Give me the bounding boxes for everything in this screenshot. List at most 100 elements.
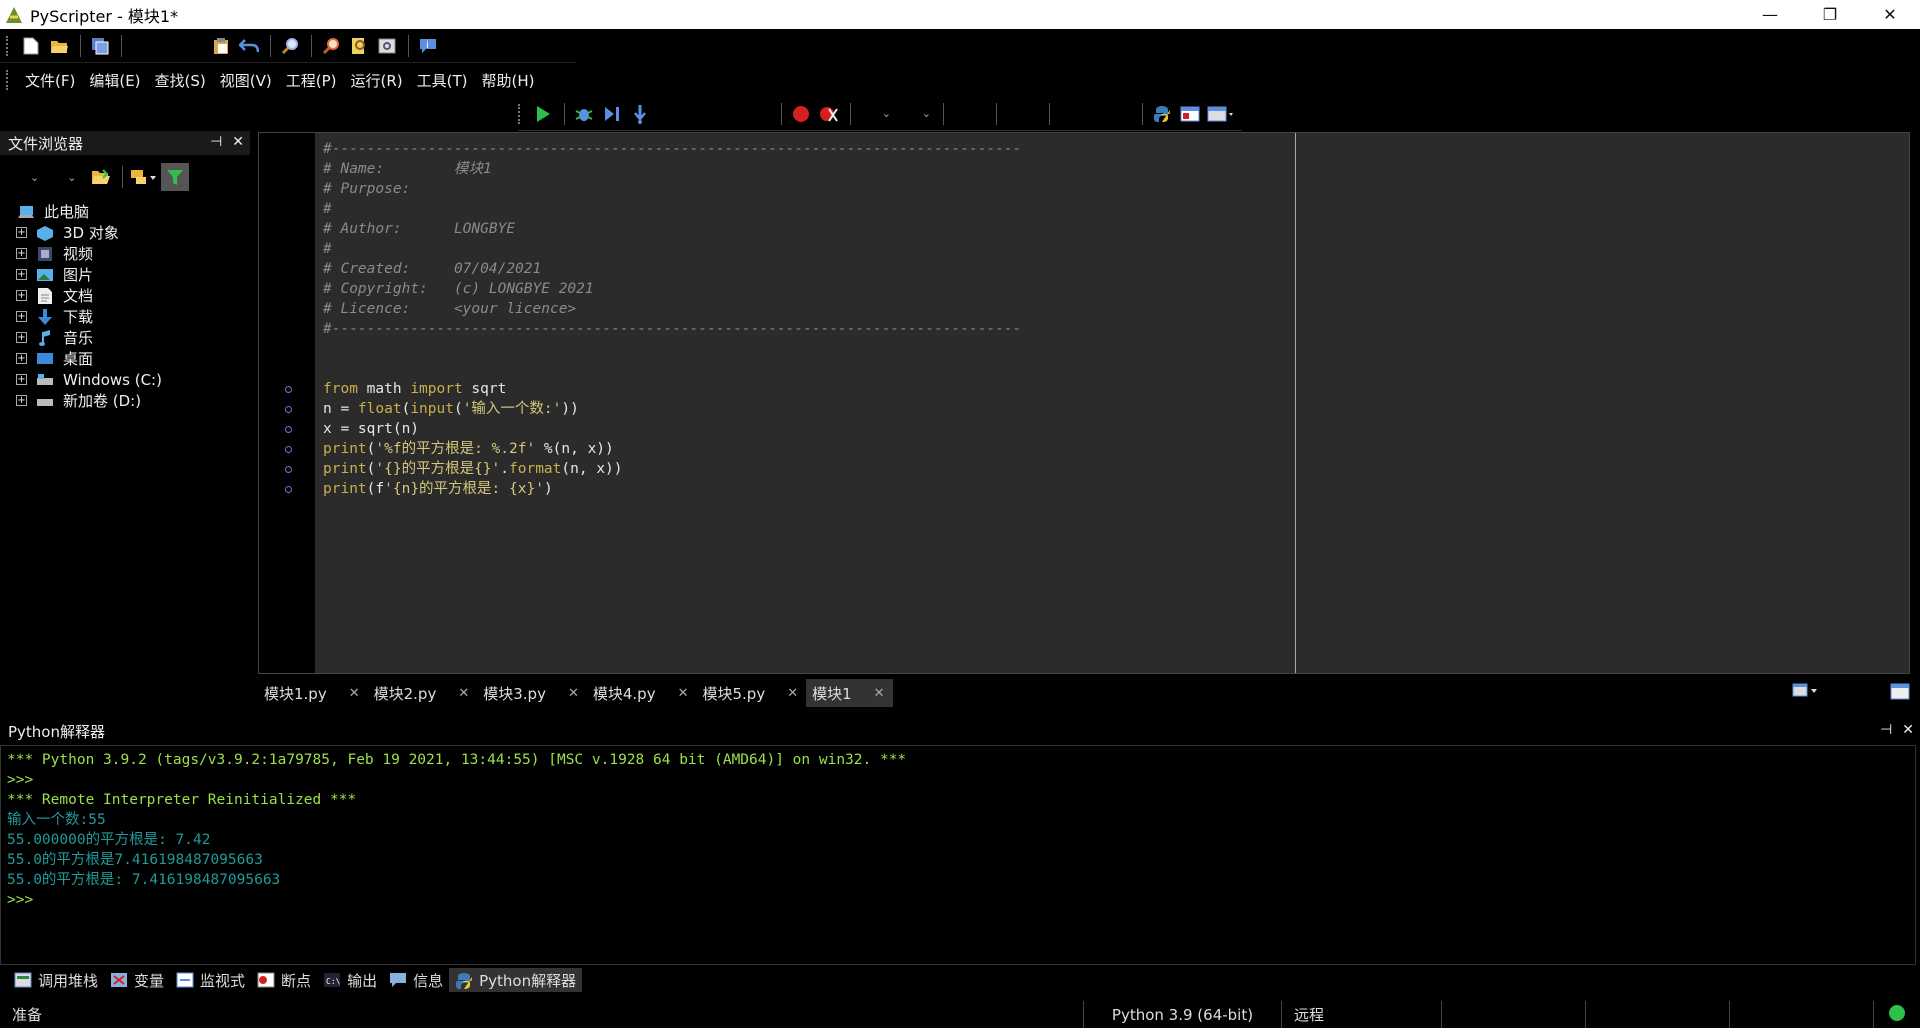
menu-tools[interactable]: 工具(T) [410, 70, 475, 91]
menu-view[interactable]: 视图(V) [213, 70, 279, 91]
replace-button[interactable] [346, 33, 372, 59]
expand-icon[interactable]: + [16, 374, 27, 385]
expand-icon[interactable]: + [16, 227, 27, 238]
filter-button[interactable] [161, 163, 190, 191]
close-tab-icon[interactable]: ✕ [787, 686, 798, 701]
tree-item[interactable]: + 新加卷 (D:) [16, 390, 250, 411]
menu-project[interactable]: 工程(P) [279, 70, 344, 91]
editor-tab[interactable]: 模块2.py ✕ [368, 679, 478, 707]
code-line[interactable]: n = float(input('输入一个数:')) [315, 399, 1909, 419]
executable-line-marker-icon[interactable] [285, 466, 292, 473]
tree-item[interactable]: + 文档 [16, 285, 250, 306]
new-file-button[interactable] [18, 33, 44, 59]
paste-button[interactable] [208, 33, 234, 59]
minimize-button[interactable]: — [1740, 0, 1800, 29]
chevron-down-icon[interactable]: ⌄ [30, 171, 39, 184]
find-in-files-button[interactable] [318, 33, 344, 59]
close-window-button[interactable]: ✕ [1860, 0, 1920, 29]
code-line[interactable]: print(f'{n}的平方根是: {x}') [315, 479, 1909, 499]
run-button[interactable] [530, 101, 556, 127]
expand-icon[interactable]: + [16, 269, 27, 280]
bottom-tab[interactable]: 调用堆栈 [8, 968, 104, 992]
find-button[interactable] [277, 33, 303, 59]
prompt-line[interactable]: >>> [7, 770, 1915, 790]
chevron-down-icon[interactable]: ⌄ [67, 171, 76, 184]
undo-button[interactable] [236, 33, 262, 59]
code-editor[interactable]: #---------------------------------------… [258, 132, 1910, 674]
code-line[interactable]: x = sqrt(n) [315, 419, 1909, 439]
python-engine-button[interactable] [1149, 101, 1175, 127]
menu-file[interactable]: 文件(F) [18, 70, 82, 91]
expand-icon[interactable]: + [16, 332, 27, 343]
close-tab-icon[interactable]: ✕ [874, 686, 885, 701]
bottom-tab[interactable]: 监视式 [170, 968, 251, 992]
bottom-tab[interactable]: 断点 [251, 968, 317, 992]
executable-line-marker-icon[interactable] [285, 446, 292, 453]
tree-item[interactable]: + Windows (C:) [16, 369, 250, 390]
layout-button[interactable] [1177, 101, 1203, 127]
folder-view-button[interactable] [129, 164, 159, 190]
expand-icon[interactable]: + [16, 395, 27, 406]
open-file-button[interactable] [46, 33, 72, 59]
menu-edit[interactable]: 编辑(E) [82, 70, 147, 91]
prompt-line[interactable]: >>> [7, 890, 1915, 910]
clear-breakpoints-button[interactable] [816, 101, 842, 127]
executable-line-marker-icon[interactable] [285, 406, 292, 413]
bottom-tab[interactable]: 信息 [383, 968, 449, 992]
toolbar-grip[interactable] [6, 35, 10, 56]
tab-list-dropdown-icon[interactable] [1792, 682, 1820, 704]
layouts-dropdown-button[interactable] [1205, 101, 1239, 127]
bottom-tab[interactable]: Python解释器 [449, 968, 583, 992]
save-all-button[interactable] [87, 33, 113, 59]
bottom-tab[interactable]: C:\ 输出 [317, 968, 383, 992]
close-tab-icon[interactable]: ✕ [678, 686, 689, 701]
tree-item[interactable]: + 视频 [16, 243, 250, 264]
editor-tab[interactable]: 模块3.py ✕ [477, 679, 587, 707]
menu-search[interactable]: 查找(S) [148, 70, 213, 91]
expand-icon[interactable]: + [16, 311, 27, 322]
pin-icon[interactable]: ⊣ [1880, 722, 1892, 738]
code-line[interactable]: from math import sqrt [315, 379, 1909, 399]
expand-icon[interactable]: + [16, 353, 27, 364]
debug-button[interactable] [571, 101, 597, 127]
editor-tab[interactable]: 模块1.py ✕ [258, 679, 368, 707]
status-python-version[interactable]: Python 3.9 (64-bit) [1084, 1001, 1282, 1028]
new-tab-window-icon[interactable] [1890, 682, 1910, 704]
menu-run[interactable]: 运行(R) [343, 70, 409, 91]
maximize-button[interactable]: ❐ [1800, 0, 1860, 29]
expand-icon[interactable]: + [16, 290, 27, 301]
close-panel-icon[interactable]: ✕ [232, 134, 244, 150]
debug-dropdown-1[interactable]: ⌄ [857, 102, 897, 126]
close-tab-icon[interactable]: ✕ [349, 686, 360, 701]
tree-item[interactable]: + 下载 [16, 306, 250, 327]
editor-tab[interactable]: 模块1 ✕ [806, 679, 893, 707]
help-info-button[interactable]: i [415, 33, 441, 59]
code-line[interactable]: print('%f的平方根是: %.2f' %(n, x)) [315, 439, 1909, 459]
executable-line-marker-icon[interactable] [285, 386, 292, 393]
tree-item[interactable]: + 桌面 [16, 348, 250, 369]
pin-icon[interactable]: ⊣ [210, 134, 222, 150]
menubar-grip[interactable] [6, 70, 10, 90]
bottom-tab[interactable]: 变量 [104, 968, 170, 992]
editor-tab[interactable]: 模块5.py ✕ [697, 679, 807, 707]
editor-tab[interactable]: 模块4.py ✕ [587, 679, 697, 707]
close-tab-icon[interactable]: ✕ [568, 686, 579, 701]
expand-icon[interactable]: + [16, 248, 27, 259]
executable-line-marker-icon[interactable] [285, 426, 292, 433]
tree-item[interactable]: + 图片 [16, 264, 250, 285]
debug-dropdown-2[interactable]: ⌄ [897, 102, 937, 126]
toolbar2-grip[interactable] [518, 103, 522, 124]
browse-folder-button[interactable] [88, 164, 114, 190]
menu-help[interactable]: 帮助(H) [475, 70, 542, 91]
close-tab-icon[interactable]: ✕ [458, 686, 469, 701]
goto-line-button[interactable] [374, 33, 400, 59]
toggle-breakpoint-button[interactable] [788, 101, 814, 127]
editor-gutter[interactable] [259, 133, 315, 673]
executable-line-marker-icon[interactable] [285, 486, 292, 493]
tree-item[interactable]: + 音乐 [16, 327, 250, 348]
code-line[interactable]: print('{}的平方根是{}'.format(n, x)) [315, 459, 1909, 479]
run-to-cursor-button[interactable] [599, 101, 625, 127]
status-remote[interactable]: 远程 [1282, 1001, 1442, 1028]
code-area[interactable]: #---------------------------------------… [315, 133, 1909, 673]
interpreter-console[interactable]: *** Python 3.9.2 (tags/v3.9.2:1a79785, F… [0, 745, 1916, 965]
